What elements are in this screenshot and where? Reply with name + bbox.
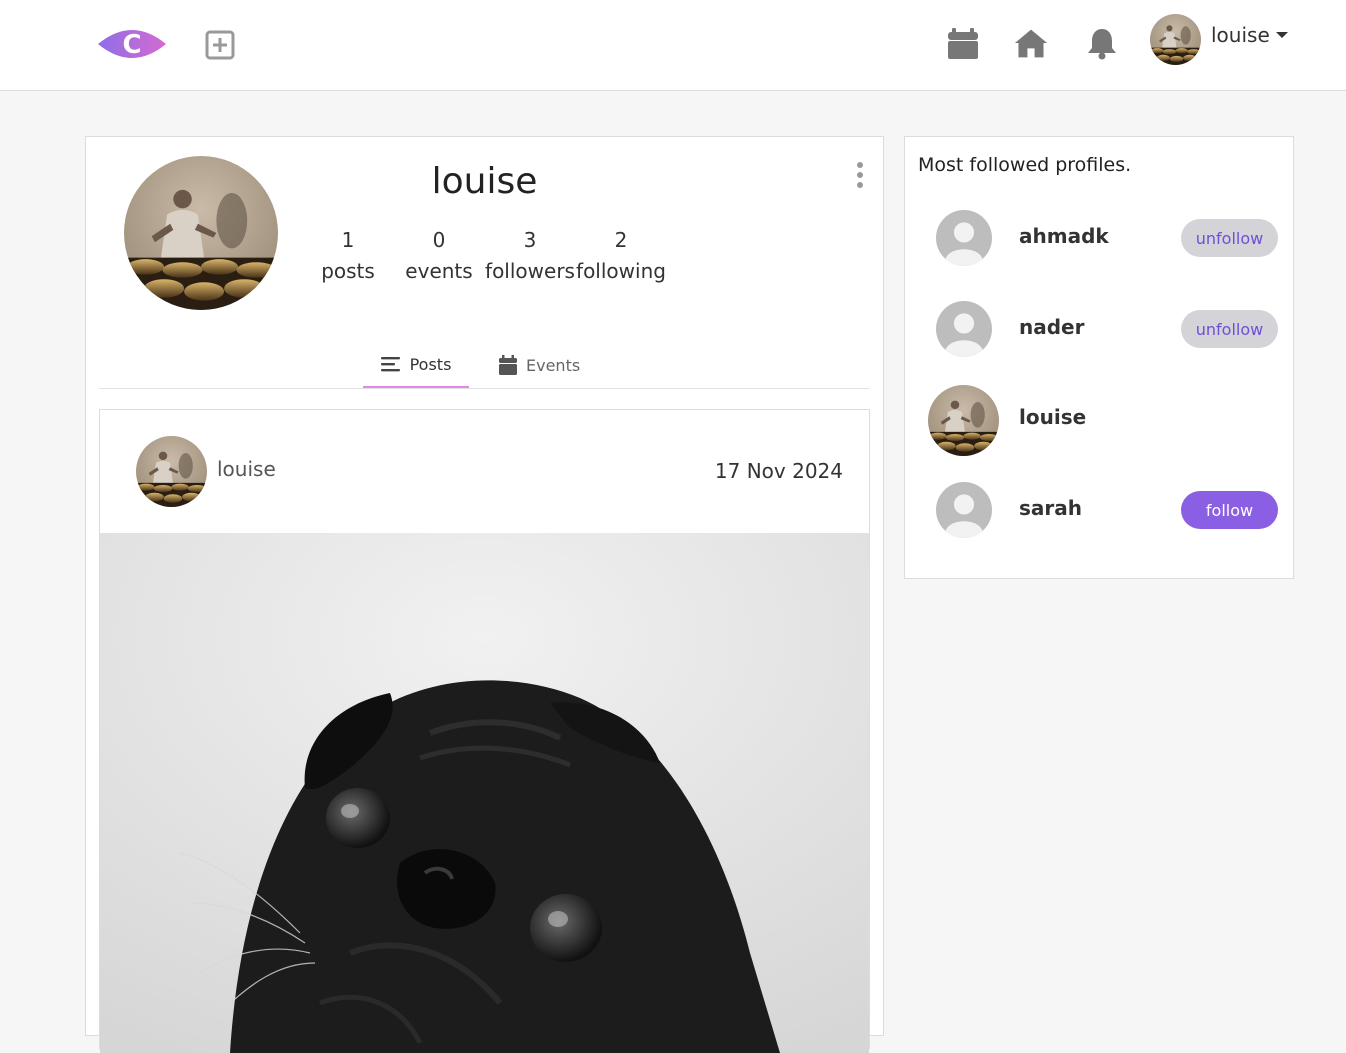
stat-label: followers [485,259,575,283]
pug-photo [100,533,869,1053]
stat-posts[interactable]: 1 posts [313,225,383,287]
list-item: louise [905,391,1293,471]
stat-value: 3 [523,228,537,252]
post-image[interactable] [100,533,869,1053]
avatar[interactable] [936,301,992,357]
chevron-down-icon [1275,32,1288,38]
tab-label: Posts [409,354,452,374]
panel-title: Most followed profiles. [918,154,1132,176]
add-post-icon[interactable] [205,30,235,60]
stat-label: events [405,259,473,283]
calendar-icon [499,355,517,375]
list-item: sarah follow [905,482,1293,562]
logo-letter: C [122,30,141,60]
post-header: louise 17 Nov 2024 [100,410,869,533]
stat-value: 2 [614,228,628,252]
avatar[interactable] [928,385,999,456]
nav-username: louise [1211,23,1270,47]
stat-label: posts [321,259,375,283]
profile-name[interactable]: nader [1019,315,1084,339]
more-options-icon[interactable] [854,159,866,193]
most-followed-panel: Most followed profiles. ahmadk unfollow … [904,136,1294,579]
stat-value: 0 [432,228,446,252]
stat-label: following [576,259,666,283]
avatar[interactable] [936,482,992,538]
post-author-avatar[interactable] [136,436,207,507]
nav-avatar [1150,14,1201,65]
app-logo[interactable]: C [96,24,168,64]
unfollow-button[interactable]: unfollow [1181,310,1278,348]
profile-tabs: Posts Events [99,342,870,389]
stat-following[interactable]: 2 following [575,225,667,287]
profile-stats: 1 posts 0 events 3 followers 2 following [86,225,883,295]
profile-name[interactable]: sarah [1019,496,1082,520]
tab-posts[interactable]: Posts [363,342,469,388]
top-navbar: C louise [0,0,1346,91]
profile-name: louise [431,161,538,202]
profile-card: louise 1 posts 0 events 3 followers 2 fo… [85,136,884,1053]
follow-button[interactable]: follow [1181,491,1278,529]
user-menu[interactable]: louise [1150,13,1288,65]
stat-followers[interactable]: 3 followers [485,225,575,287]
bell-icon[interactable] [1085,26,1119,60]
post-date: 17 Nov 2024 [714,459,843,483]
list-item: ahmadk unfollow [905,210,1293,290]
stat-events[interactable]: 0 events [402,225,476,287]
post-author-name[interactable]: louise [217,457,276,481]
unfollow-button[interactable]: unfollow [1181,219,1278,257]
avatar[interactable] [936,210,992,266]
home-icon[interactable] [1014,26,1048,60]
list-icon [380,357,400,372]
tab-events[interactable]: Events [499,342,609,388]
profile-name[interactable]: ahmadk [1019,224,1109,248]
post-card: louise 17 Nov 2024 [99,409,870,1053]
profile-name[interactable]: louise [1019,405,1086,429]
calendar-icon[interactable] [946,26,980,60]
stat-value: 1 [341,228,355,252]
tab-label: Events [526,355,581,375]
list-item: nader unfollow [905,301,1293,381]
